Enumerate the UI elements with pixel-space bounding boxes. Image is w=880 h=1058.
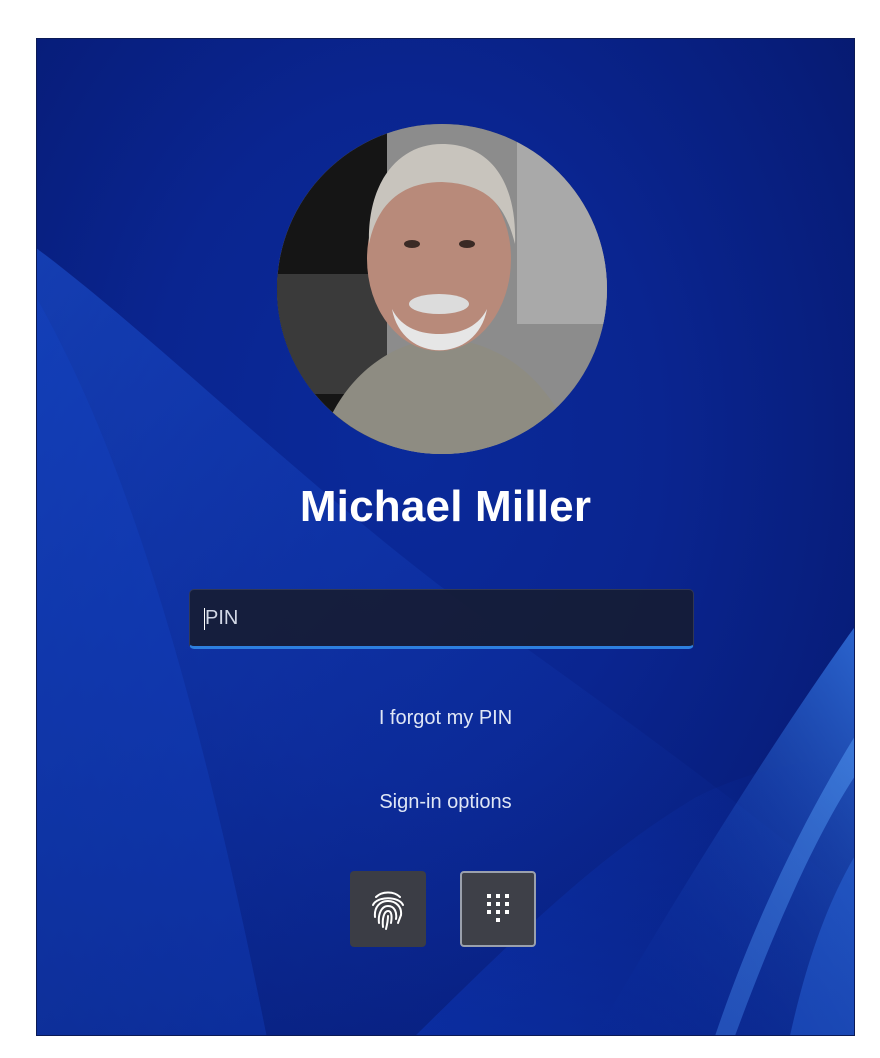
user-photo-icon <box>277 124 607 454</box>
pin-input[interactable] <box>189 589 694 649</box>
user-name: Michael Miller <box>299 482 592 531</box>
pin-keypad-button[interactable] <box>460 871 536 947</box>
fingerprint-icon <box>372 891 404 930</box>
fingerprint-button[interactable] <box>350 871 426 947</box>
sign-in-options-link[interactable]: Sign-in options <box>37 791 854 814</box>
text-caret <box>204 608 205 630</box>
pin-keypad-icon <box>487 894 509 922</box>
lock-screen: Michael Miller I forgot my PIN Sign-in o… <box>36 38 855 1036</box>
forgot-pin-link[interactable]: I forgot my PIN <box>37 707 854 730</box>
user-avatar <box>277 124 607 454</box>
